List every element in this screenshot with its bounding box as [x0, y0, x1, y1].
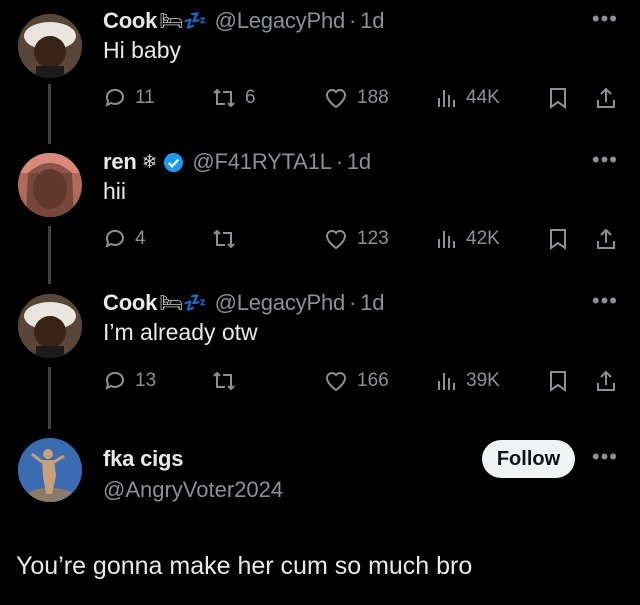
- author-name[interactable]: Cook: [103, 8, 157, 34]
- like-count: 188: [357, 87, 389, 108]
- tweet[interactable]: ren ❄ @F41RYTA1L · 1d ••• hii 4 123 42K: [0, 147, 640, 257]
- separator-dot: ·: [349, 290, 357, 315]
- repost-icon: [213, 88, 235, 108]
- share-button[interactable]: [595, 366, 617, 396]
- name-emoji: ❄: [141, 151, 158, 173]
- views-icon: [438, 373, 455, 390]
- reply-count: 13: [135, 370, 157, 391]
- avatar[interactable]: [18, 438, 82, 502]
- verified-badge-icon: [164, 152, 184, 172]
- views-button[interactable]: 42K: [436, 224, 500, 254]
- tweet[interactable]: Cook 🛏💤 @LegacyPhd · 1d ••• Hi baby 11 6…: [0, 6, 640, 116]
- name-emoji: 🛏💤: [159, 293, 207, 314]
- reply-count: 4: [135, 228, 146, 249]
- like-count: 123: [357, 228, 389, 249]
- tweet[interactable]: Cook 🛏💤 @LegacyPhd · 1d ••• I’m already …: [0, 288, 640, 398]
- like-button[interactable]: 123: [323, 224, 389, 254]
- repost-button[interactable]: [211, 224, 245, 254]
- reply-button[interactable]: 11: [103, 83, 155, 113]
- reply-button[interactable]: 13: [103, 366, 156, 396]
- reply-icon: [105, 371, 124, 390]
- timestamp[interactable]: 1d: [360, 290, 384, 316]
- repost-button[interactable]: 6: [211, 83, 256, 113]
- reply-button[interactable]: 4: [103, 224, 146, 254]
- like-button[interactable]: 188: [323, 83, 389, 113]
- views-count: 39K: [466, 370, 500, 391]
- like-count: 166: [357, 370, 389, 391]
- bookmark-icon: [550, 371, 566, 392]
- timestamp[interactable]: 1d: [347, 149, 371, 175]
- heart-icon: [325, 372, 347, 392]
- share-button[interactable]: [595, 83, 617, 113]
- author-name[interactable]: ren: [103, 149, 137, 175]
- reply-icon: [105, 88, 124, 107]
- author-handle[interactable]: @LegacyPhd: [215, 290, 346, 316]
- heart-icon: [325, 230, 347, 250]
- repost-button[interactable]: [211, 366, 245, 396]
- avatar[interactable]: [18, 294, 82, 358]
- share-icon: [597, 87, 615, 108]
- author-handle[interactable]: @AngryVoter2024: [103, 477, 283, 503]
- tweet-text: Hi baby: [103, 37, 181, 63]
- bookmark-button[interactable]: [548, 83, 568, 113]
- timestamp[interactable]: 1d: [360, 8, 384, 34]
- focused-tweet-text: You’re gonna make her cum so much bro: [16, 552, 473, 580]
- share-icon: [597, 228, 615, 249]
- repost-icon: [213, 371, 235, 391]
- more-options-icon[interactable]: •••: [592, 147, 618, 173]
- author-name[interactable]: Cook: [103, 290, 157, 316]
- more-options-icon[interactable]: •••: [592, 6, 618, 32]
- like-button[interactable]: 166: [323, 366, 389, 396]
- repost-icon: [213, 229, 235, 249]
- author-handle[interactable]: @F41RYTA1L: [192, 149, 332, 175]
- views-icon: [438, 90, 455, 107]
- views-count: 44K: [466, 87, 500, 108]
- bookmark-icon: [550, 229, 566, 250]
- views-button[interactable]: 39K: [436, 366, 500, 396]
- share-button[interactable]: [595, 224, 617, 254]
- author-handle[interactable]: @LegacyPhd: [215, 8, 346, 34]
- reply-icon: [105, 229, 124, 248]
- avatar[interactable]: [18, 153, 82, 217]
- tweet-text: I’m already otw: [103, 319, 258, 345]
- separator-dot: ·: [349, 8, 357, 33]
- share-icon: [597, 370, 615, 391]
- heart-icon: [325, 89, 347, 109]
- avatar[interactable]: [18, 14, 82, 78]
- separator-dot: ·: [335, 149, 343, 174]
- repost-count: 6: [245, 87, 256, 108]
- bookmark-button[interactable]: [548, 224, 568, 254]
- bookmark-icon: [550, 88, 566, 109]
- views-icon: [438, 231, 455, 248]
- reply-count: 11: [135, 87, 155, 108]
- more-options-icon[interactable]: •••: [592, 288, 618, 314]
- tweet-text: hii: [103, 178, 127, 204]
- more-options-icon[interactable]: •••: [592, 444, 618, 470]
- views-count: 42K: [466, 228, 500, 249]
- views-button[interactable]: 44K: [436, 83, 500, 113]
- follow-button[interactable]: Follow: [482, 440, 575, 478]
- name-emoji: 🛏💤: [159, 11, 207, 32]
- bookmark-button[interactable]: [548, 366, 568, 396]
- author-name[interactable]: fka cigs: [103, 446, 184, 472]
